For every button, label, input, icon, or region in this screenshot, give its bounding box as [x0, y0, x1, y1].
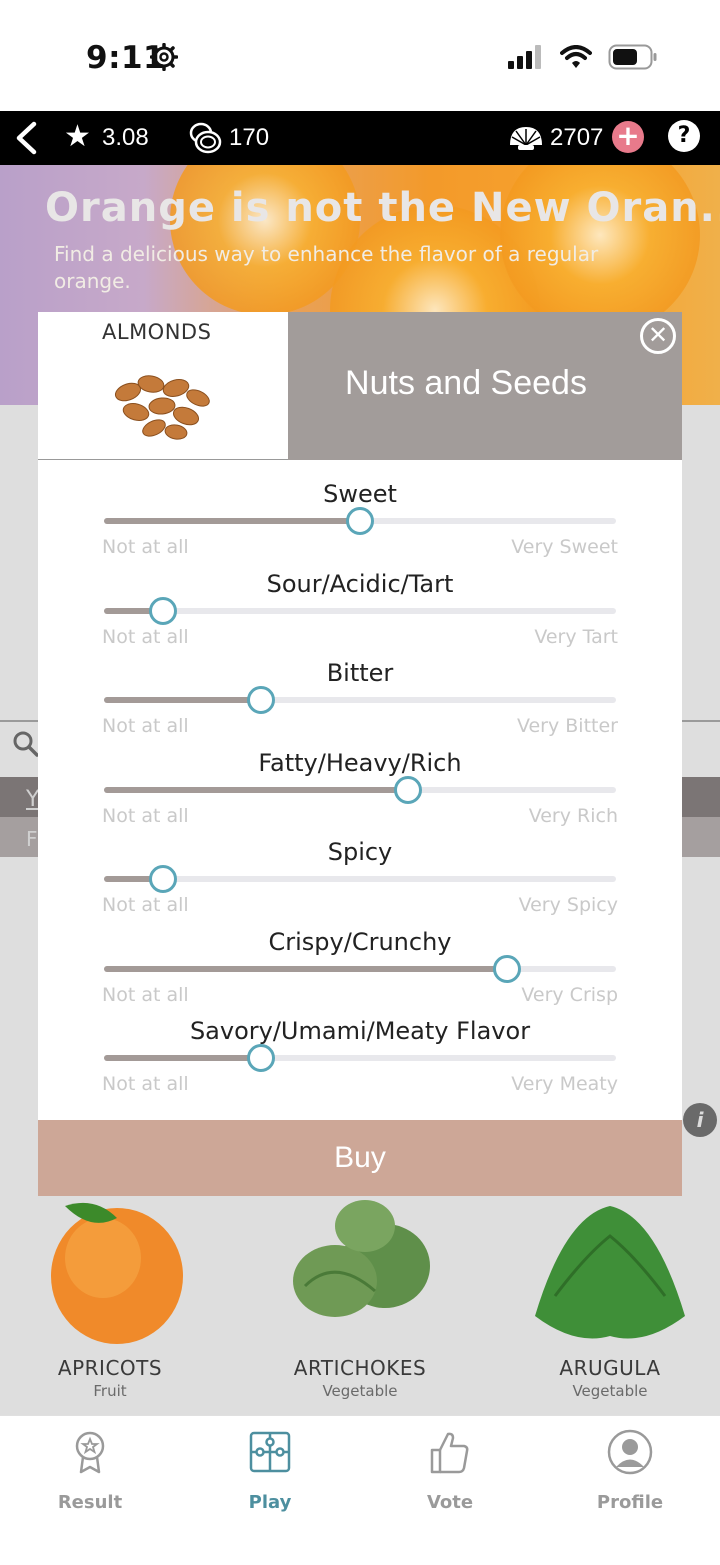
slider-track[interactable]: [104, 1044, 616, 1072]
slider-thumb[interactable]: [492, 954, 521, 983]
slider-track[interactable]: [104, 775, 616, 804]
food-card-artichokes[interactable]: ARTICHOKES Vegetable: [240, 1196, 480, 1400]
food-category: Fruit: [93, 1382, 127, 1400]
slider-thumb[interactable]: [148, 596, 177, 625]
slider-fill: [104, 518, 360, 524]
award-icon: [75, 1431, 105, 1474]
artichoke-image: [275, 1196, 445, 1346]
info-icon[interactable]: i: [683, 1103, 717, 1137]
slider-thumb[interactable]: [247, 1044, 276, 1072]
slider-label: Spicy: [327, 838, 393, 866]
taste-slider: Spicy Not at all Very Spicy: [38, 818, 682, 916]
status-indicators: [508, 44, 658, 70]
slider-track[interactable]: [104, 507, 616, 535]
coins-icon: [189, 122, 222, 154]
ingredient-panel: ALMONDS: [38, 312, 288, 460]
thumbs-up-icon: [430, 1432, 469, 1474]
slider-max-label: Very Meaty: [511, 1073, 618, 1095]
food-name: ARUGULA: [559, 1356, 661, 1380]
category-panel: Nuts and Seeds ✕: [288, 312, 682, 460]
nav-label: Profile: [596, 1492, 664, 1513]
slider-track[interactable]: [104, 954, 616, 983]
shells-count: 2707: [550, 124, 604, 151]
food-category: Vegetable: [572, 1382, 648, 1400]
ingredient-name: ALMONDS: [102, 320, 212, 344]
slider-fill: [104, 697, 262, 703]
add-shells-button[interactable]: +: [612, 121, 644, 153]
buy-button[interactable]: Buy: [38, 1120, 682, 1196]
food-card-apricots[interactable]: APRICOTS Fruit: [0, 1196, 230, 1400]
slider-fill: [104, 965, 507, 972]
arugula-image: [525, 1196, 695, 1346]
signal-icon: [508, 45, 541, 69]
bottom-navigation: Result Play Vote Profile: [0, 1415, 720, 1565]
search-icon[interactable]: [12, 730, 40, 758]
nav-label: Vote: [426, 1492, 474, 1513]
nav-result[interactable]: Result: [30, 1428, 150, 1513]
slider-thumb[interactable]: [393, 775, 422, 804]
ingredient-category: Nuts and Seeds: [345, 364, 587, 402]
slider-thumb[interactable]: [247, 686, 276, 714]
nav-vote[interactable]: Vote: [390, 1428, 510, 1513]
slider-min-label: Not at all: [102, 1073, 189, 1095]
challenge-description: Find a delicious way to enhance the flav…: [54, 242, 599, 293]
profile-icon: [607, 1429, 653, 1475]
slider-label: Savory/Umami/Meaty Flavor: [189, 1017, 531, 1045]
shell-icon: [510, 127, 542, 150]
nav-play[interactable]: Play: [210, 1428, 330, 1513]
taste-slider: Crispy/Crunchy Not at all Very Crisp: [38, 908, 682, 1006]
filter-label: F: [26, 827, 38, 851]
apricot-image: [25, 1196, 195, 1346]
slider-label: Bitter: [326, 659, 394, 687]
nav-profile[interactable]: Profile: [570, 1428, 690, 1513]
settings-gear-icon: [150, 43, 178, 71]
slider-track[interactable]: [104, 596, 616, 625]
slider-label: Sweet: [323, 480, 397, 508]
taste-slider: Sour/Acidic/Tart Not at all Very Tart: [38, 550, 682, 648]
slider-label: Sour/Acidic/Tart: [266, 569, 454, 598]
ingredient-taste-modal: ALMONDS Nuts and Seeds ✕ Sweet Not at all…: [38, 312, 682, 1196]
slider-fill: [104, 786, 408, 793]
close-icon[interactable]: ✕: [640, 318, 676, 354]
slider-thumb[interactable]: [148, 865, 177, 893]
almonds-image: [114, 375, 210, 440]
slider-label: Crispy/Crunchy: [268, 927, 452, 956]
slider-track[interactable]: [104, 865, 616, 893]
food-category: Vegetable: [322, 1382, 398, 1400]
food-card-arugula[interactable]: ARUGULA Vegetable: [490, 1196, 720, 1400]
food-name: APRICOTS: [57, 1356, 163, 1380]
star-icon: ★: [64, 119, 91, 154]
help-button[interactable]: ?: [668, 120, 700, 152]
taste-slider: Fatty/Heavy/Rich Not at all Very Rich: [38, 729, 682, 827]
taste-slider: Bitter Not at all Very Bitter: [38, 639, 682, 737]
slider-label: Fatty/Heavy/Rich: [258, 748, 462, 777]
slider-track[interactable]: [104, 686, 616, 714]
game-header-bar: ★ 3.08 170 2707 + ?: [0, 111, 720, 165]
nav-label: Play: [248, 1492, 292, 1513]
taste-slider: Savory/Umami/Meaty Flavor Not at all Very …: [38, 997, 682, 1095]
challenge-title: Orange is not the New Oran...: [45, 185, 720, 231]
slider-fill: [104, 1055, 262, 1061]
rating-value: 3.08: [102, 124, 149, 151]
battery-icon: [608, 44, 657, 70]
taste-slider: Sweet Not at all Very Sweet: [38, 460, 682, 558]
coins-count: 170: [229, 124, 270, 151]
nav-label: Result: [57, 1492, 123, 1513]
slider-thumb[interactable]: [346, 507, 374, 535]
back-arrow-icon[interactable]: [12, 121, 42, 155]
status-bar: 9:11: [0, 0, 720, 111]
wifi-icon: [560, 45, 592, 68]
food-name: ARTICHOKES: [293, 1356, 427, 1380]
puzzle-icon: [249, 1431, 291, 1473]
